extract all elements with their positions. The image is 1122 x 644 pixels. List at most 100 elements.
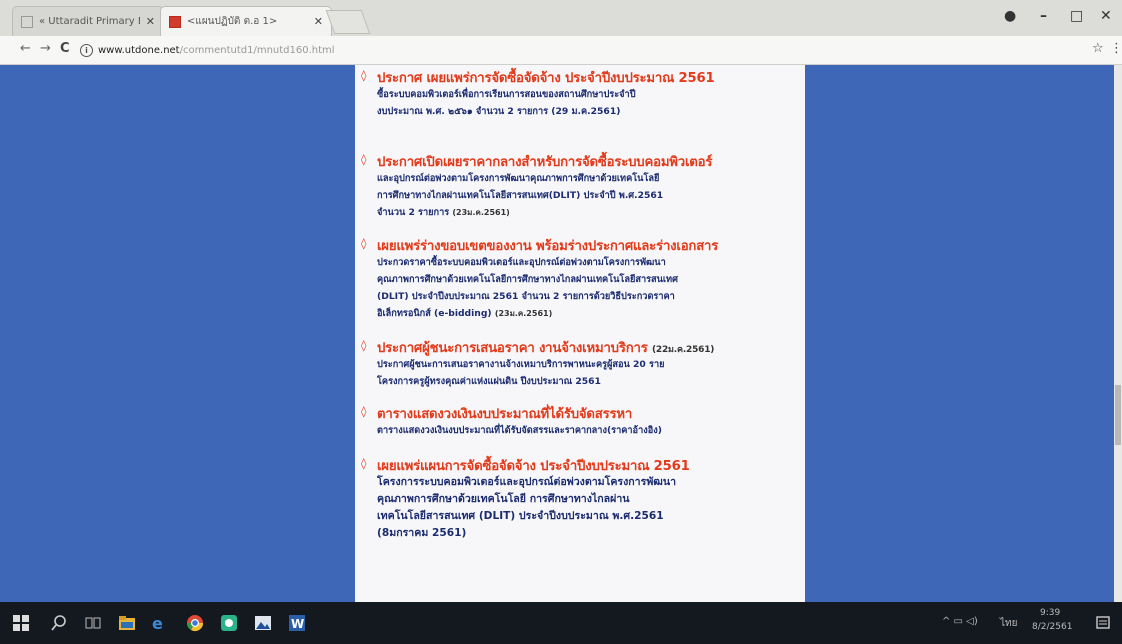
announcement-title-link[interactable]: ตารางแสดงวงเงินงบประมาณที่ได้รับจัดสรรหา: [377, 403, 632, 424]
announcement-title-text[interactable]: เผยแพร่แผนการจัดซื้อจัดจ้าง ประจำปีงบประ…: [377, 459, 690, 474]
description-line-text: โครงการครูผู้ทรงคุณค่าแห่งแผ่นดิน ปีงบปร…: [377, 376, 601, 387]
back-icon[interactable]: ←: [20, 41, 31, 56]
url-path: /commentutd1/mnutd160.html: [179, 44, 335, 56]
announcement-title-text[interactable]: ประกาศเปิดเผยราคากลางสำหรับการจัดซื้อระบ…: [377, 155, 712, 170]
announcement-description: ซื้อระบบคอมพิวเตอร์เพื่อการเรียนการสอนขอ…: [377, 86, 797, 120]
edge-browser-icon[interactable]: e: [150, 614, 168, 632]
description-line-text: ซื้อระบบคอมพิวเตอร์เพื่อการเรียนการสอนขอ…: [377, 89, 636, 100]
forward-icon[interactable]: →: [40, 41, 51, 56]
reload-icon[interactable]: C: [60, 41, 70, 56]
description-line: โครงการระบบคอมพิวเตอร์และอุปกรณ์ต่อพ่วงต…: [377, 474, 797, 491]
tab-title: « Uttaradit Primary Educ: [39, 16, 140, 27]
description-line: (8มกราคม 2561): [377, 525, 797, 542]
close-tab-icon[interactable]: ✕: [146, 15, 155, 28]
announcement-title-text[interactable]: ประกาศ เผยแพร่การจัดซื้อจัดจ้าง ประจำปีง…: [377, 71, 715, 86]
description-line: คุณภาพการศึกษาด้วยเทคโนโลยี การศึกษาทางไ…: [377, 491, 797, 508]
description-line-text: เทคโนโลยีสารสนเทศ (DLIT) ประจำปีงบประมาณ…: [377, 510, 664, 522]
bullet-diamond-icon: ◊: [361, 237, 367, 250]
photos-icon[interactable]: [254, 614, 272, 632]
svg-text:W: W: [291, 617, 304, 631]
file-explorer-icon[interactable]: [118, 614, 136, 632]
description-line-text: ตารางแสดงวงเงินงบประมาณที่ได้รับจัดสรรแล…: [377, 425, 662, 436]
description-line: (DLIT) ประจำปีงบประมาณ 2561 จำนวน 2 รายก…: [377, 288, 797, 305]
announcement-title-link[interactable]: ประกาศเปิดเผยราคากลางสำหรับการจัดซื้อระบ…: [377, 151, 712, 172]
minimize-button[interactable]: –: [1040, 8, 1047, 24]
description-line: โครงการครูผู้ทรงคุณค่าแห่งแผ่นดิน ปีงบปร…: [377, 373, 797, 390]
announcement-title-text[interactable]: เผยแพร่ร่างขอบเขตของงาน พร้อมร่างประกาศแ…: [377, 239, 718, 254]
description-line-text: คุณภาพการศึกษาด้วยเทคโนโลยี การศึกษาทางไ…: [377, 493, 630, 505]
teamviewer-icon[interactable]: [220, 614, 238, 632]
announcement-title-link[interactable]: ประกาศ เผยแพร่การจัดซื้อจัดจ้าง ประจำปีง…: [377, 67, 715, 88]
announcement-title-link[interactable]: เผยแพร่ร่างขอบเขตของงาน พร้อมร่างประกาศแ…: [377, 235, 718, 256]
announcement-description: โครงการระบบคอมพิวเตอร์และอุปกรณ์ต่อพ่วงต…: [377, 474, 797, 542]
description-line: ซื้อระบบคอมพิวเตอร์เพื่อการเรียนการสอนขอ…: [377, 86, 797, 103]
close-tab-icon[interactable]: ✕: [314, 15, 323, 28]
page-icon: [21, 15, 33, 28]
site-favicon-icon: [169, 15, 181, 28]
profile-icon[interactable]: ●: [1004, 8, 1016, 24]
info-icon[interactable]: i: [80, 43, 93, 57]
windows-taskbar: e W ^ ▭ ◁) ไทย 9:39 8/2/2561: [0, 602, 1122, 644]
announcement-column: ◊ ประกาศ เผยแพร่การจัดซื้อจัดจ้าง ประจำปี…: [355, 65, 805, 602]
browser-toolbar: ← → C i www.utdone.net/commentutd1/mnutd…: [0, 36, 1122, 65]
maximize-button[interactable]: □: [1070, 8, 1083, 24]
tab-strip: « Uttaradit Primary Educ ✕ <แผนปฏิบัติ ต…: [0, 0, 1122, 36]
description-line: การศึกษาทางไกลผ่านเทคโนโลยีสารสนเทศ(DLIT…: [377, 187, 797, 204]
announcement-description: ประกวดราคาซื้อระบบคอมพิวเตอร์และอุปกรณ์ต…: [377, 254, 797, 322]
scrollbar-thumb[interactable]: [1115, 385, 1121, 445]
description-line: อิเล็กทรอนิกส์ (e-bidding) (23ม.ค.2561): [377, 305, 797, 322]
announcement-title-date: (22ม.ค.2561): [652, 345, 715, 355]
description-line-text: คุณภาพการศึกษาด้วยเทคโนโลยีการศึกษาทางไก…: [377, 274, 678, 285]
search-icon[interactable]: [50, 614, 68, 632]
url-host: www.utdone.net: [98, 44, 180, 56]
clock-time[interactable]: 9:39: [1040, 608, 1060, 618]
description-line: ประกวดราคาซื้อระบบคอมพิวเตอร์และอุปกรณ์ต…: [377, 254, 797, 271]
bullet-diamond-icon: ◊: [361, 339, 367, 352]
description-line-text: งบประมาณ พ.ศ. ๒๕๖๑ จำนวน 2 รายการ (29 ม.…: [377, 106, 621, 117]
bullet-diamond-icon: ◊: [361, 69, 367, 82]
close-window-button[interactable]: ✕: [1100, 8, 1112, 24]
web-page: ◊ ประกาศ เผยแพร่การจัดซื้อจัดจ้าง ประจำปี…: [0, 65, 1114, 602]
description-line: และอุปกรณ์ต่อพ่วงตามโครงการพัฒนาคุณภาพกา…: [377, 170, 797, 187]
page-scrollbar[interactable]: [1114, 65, 1122, 602]
description-line-text: อิเล็กทรอนิกส์ (e-bidding): [377, 308, 492, 319]
chrome-icon[interactable]: [186, 614, 204, 632]
svg-text:e: e: [152, 614, 163, 632]
bullet-diamond-icon: ◊: [361, 153, 367, 166]
bullet-diamond-icon: ◊: [361, 457, 367, 470]
clock-date[interactable]: 8/2/2561: [1032, 622, 1072, 632]
word-icon[interactable]: W: [288, 614, 306, 632]
description-line-text: การศึกษาทางไกลผ่านเทคโนโลยีสารสนเทศ(DLIT…: [377, 190, 664, 201]
tray-icons[interactable]: ^ ▭ ◁): [942, 616, 978, 627]
description-line-text: (8มกราคม 2561): [377, 527, 467, 539]
announcement-title-link[interactable]: ประกาศผู้ชนะการเสนอราคา งานจ้างเหมาบริกา…: [377, 337, 714, 358]
description-line-text: จำนวน 2 รายการ: [377, 207, 450, 218]
description-line: ประกาศผู้ชนะการเสนอราคางานจ้างเหมาบริการ…: [377, 356, 797, 373]
announcement-description: ประกาศผู้ชนะการเสนอราคางานจ้างเหมาบริการ…: [377, 356, 797, 390]
task-view-icon[interactable]: [84, 614, 102, 632]
announcement-description: และอุปกรณ์ต่อพ่วงตามโครงการพัฒนาคุณภาพกา…: [377, 170, 797, 221]
tab-active[interactable]: <แผนปฏิบัติ ต.อ 1> ✕: [160, 6, 332, 36]
description-line-text: และอุปกรณ์ต่อพ่วงตามโครงการพัฒนาคุณภาพกา…: [377, 173, 660, 184]
tab-title: <แผนปฏิบัติ ต.อ 1>: [187, 16, 278, 27]
language-indicator[interactable]: ไทย: [1000, 616, 1017, 631]
description-line: คุณภาพการศึกษาด้วยเทคโนโลยีการศึกษาทางไก…: [377, 271, 797, 288]
windows-start-icon[interactable]: [12, 614, 30, 632]
notification-icon[interactable]: [1094, 614, 1112, 632]
address-bar[interactable]: i www.utdone.net/commentutd1/mnutd160.ht…: [80, 40, 1090, 60]
description-line: งบประมาณ พ.ศ. ๒๕๖๑ จำนวน 2 รายการ (29 ม.…: [377, 103, 797, 120]
announcement-title-text[interactable]: ตารางแสดงวงเงินงบประมาณที่ได้รับจัดสรรหา: [377, 407, 632, 422]
announcement-title-text[interactable]: ประกาศผู้ชนะการเสนอราคา งานจ้างเหมาบริกา…: [377, 341, 648, 356]
tab-uttaradit[interactable]: « Uttaradit Primary Educ ✕: [12, 6, 164, 36]
new-tab-button[interactable]: [325, 10, 371, 34]
description-line: เทคโนโลยีสารสนเทศ (DLIT) ประจำปีงบประมาณ…: [377, 508, 797, 525]
bookmark-star-icon[interactable]: ☆: [1092, 41, 1104, 56]
announcement-title-link[interactable]: เผยแพร่แผนการจัดซื้อจัดจ้าง ประจำปีงบประ…: [377, 455, 690, 476]
announcement-date: (23ม.ค.2561): [494, 309, 553, 318]
announcement-date: (23ม.ค.2561): [452, 208, 510, 217]
bullet-diamond-icon: ◊: [361, 405, 367, 418]
menu-icon[interactable]: ⋮: [1110, 41, 1122, 56]
description-line-text: โครงการระบบคอมพิวเตอร์และอุปกรณ์ต่อพ่วงต…: [377, 476, 677, 488]
announcement-description: ตารางแสดงวงเงินงบประมาณที่ได้รับจัดสรรแล…: [377, 422, 797, 439]
description-line-text: (DLIT) ประจำปีงบประมาณ 2561 จำนวน 2 รายก…: [377, 291, 675, 302]
